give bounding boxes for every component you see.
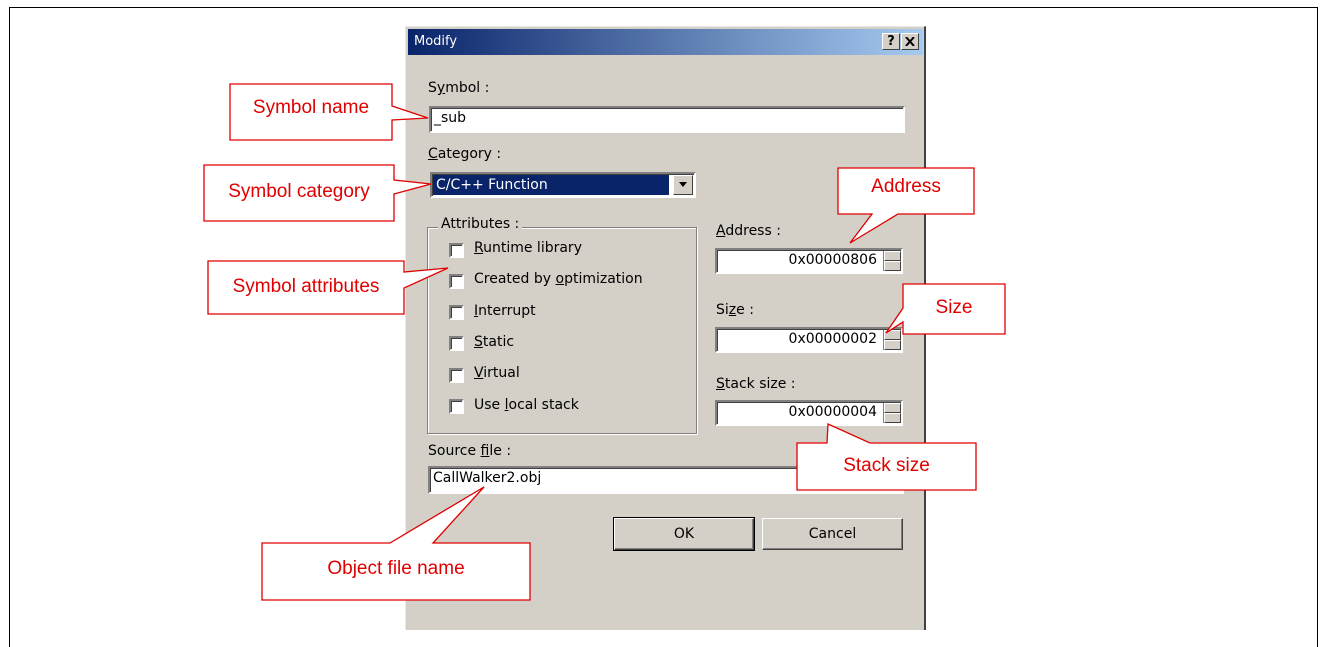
callout-stack-size: Stack size [843,455,930,476]
callout-symbol-name: Symbol name [252,97,370,118]
callout-symbol-category: Symbol category [228,181,370,202]
callout-object-file-name: Object file name [327,558,465,579]
callout-address: Address [871,176,941,197]
callouts-overlay [203,83,1006,601]
callout-size: Size [935,297,973,318]
callout-symbol-attributes: Symbol attributes [232,276,380,297]
callout-object-file-name-box [261,486,531,601]
